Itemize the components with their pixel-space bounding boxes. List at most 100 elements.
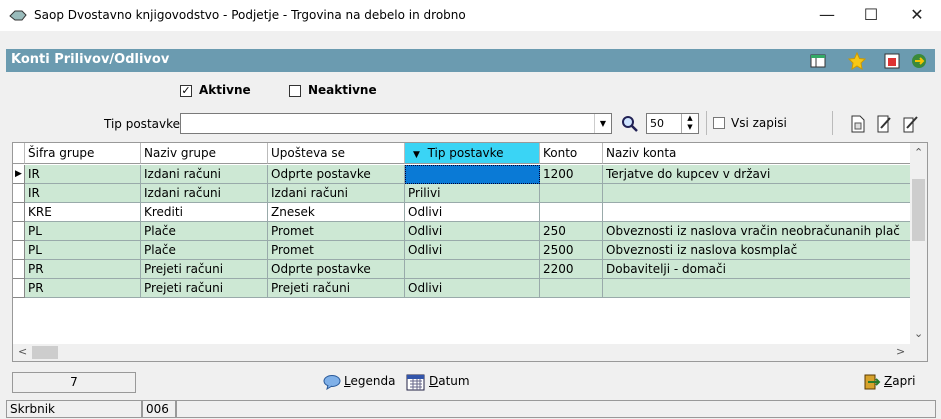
- date-label-rest: atum: [438, 374, 470, 388]
- table-cell[interactable]: KRE: [25, 203, 141, 222]
- form-title: Konti Prilivov/Odlivov: [11, 52, 170, 67]
- table-cell[interactable]: 250: [540, 222, 603, 241]
- table-cell[interactable]: Odlivi: [405, 241, 540, 260]
- table-cell[interactable]: Obveznosti iz naslova kosmplač: [603, 241, 911, 260]
- table-cell[interactable]: [540, 184, 603, 203]
- copy-document-icon[interactable]: [903, 115, 919, 133]
- maximize-button[interactable]: ☐: [856, 4, 886, 26]
- count-spinner[interactable]: 50 ▲ ▼: [646, 113, 699, 134]
- table-cell[interactable]: Krediti: [141, 203, 268, 222]
- active-checkbox[interactable]: ✓: [180, 85, 192, 97]
- table-cell[interactable]: [405, 260, 540, 279]
- table-cell[interactable]: IR: [25, 184, 141, 203]
- column-header-group-name[interactable]: Naziv grupe: [141, 143, 268, 164]
- type-combobox[interactable]: ▼: [180, 113, 612, 134]
- table-cell[interactable]: 2200: [540, 260, 603, 279]
- table-cell[interactable]: Dobavitelji - domači: [603, 260, 911, 279]
- table-cell[interactable]: Odlivi: [405, 203, 540, 222]
- table-cell[interactable]: 2500: [540, 241, 603, 260]
- selected-table-cell[interactable]: [405, 165, 540, 184]
- table-cell[interactable]: Prejeti računi: [268, 279, 405, 298]
- type-label: Tip postavke: [104, 117, 181, 131]
- table-cell[interactable]: [540, 203, 603, 222]
- search-icon[interactable]: [620, 114, 640, 134]
- count-value: 50: [650, 117, 664, 130]
- table-cell[interactable]: Izdani računi: [141, 165, 268, 184]
- pdf-export-icon[interactable]: [883, 52, 901, 70]
- column-header-account-name[interactable]: Naziv konta: [603, 143, 911, 164]
- row-indicator: [13, 260, 25, 279]
- column-header-account[interactable]: Konto: [540, 143, 603, 164]
- scroll-left-icon[interactable]: <: [18, 345, 27, 358]
- exit-icon[interactable]: [910, 52, 928, 70]
- table-cell[interactable]: Obveznosti iz naslova vračin neobračunan…: [603, 222, 911, 241]
- table-cell[interactable]: Prejeti računi: [141, 260, 268, 279]
- table-row[interactable]: PR Prejeti računi Odprte postavke 2200 D…: [13, 260, 927, 279]
- table-row[interactable]: KRE Krediti Znesek Odlivi: [13, 203, 927, 222]
- table-cell[interactable]: Prejeti računi: [141, 279, 268, 298]
- row-indicator: [13, 203, 25, 222]
- column-header-item-type[interactable]: ▼ Tip postavke: [405, 143, 540, 164]
- app-icon: [9, 10, 27, 21]
- close-window-button[interactable]: ✕: [902, 4, 932, 26]
- table-cell[interactable]: Odlivi: [405, 279, 540, 298]
- table-cell[interactable]: IR: [25, 165, 141, 184]
- row-indicator: [13, 241, 25, 260]
- favorite-star-icon[interactable]: [848, 52, 866, 70]
- vertical-scroll-thumb[interactable]: [912, 179, 925, 241]
- close-label-rest: apri: [892, 374, 916, 388]
- horizontal-scroll-thumb[interactable]: [32, 346, 58, 359]
- status-bar: Skrbnik 006: [0, 398, 941, 419]
- new-document-icon[interactable]: [850, 115, 866, 133]
- minimize-button[interactable]: —: [812, 4, 842, 26]
- table-cell[interactable]: Plače: [141, 222, 268, 241]
- speech-bubble-icon: [323, 375, 341, 390]
- table-cell[interactable]: [603, 203, 911, 222]
- spinner-arrows-icon[interactable]: ▲ ▼: [681, 114, 698, 133]
- table-cell[interactable]: Promet: [268, 241, 405, 260]
- table-cell[interactable]: Prilivi: [405, 184, 540, 203]
- table-cell[interactable]: [603, 279, 911, 298]
- status-user: Skrbnik: [6, 400, 142, 418]
- table-cell[interactable]: [540, 279, 603, 298]
- table-cell[interactable]: PL: [25, 222, 141, 241]
- legend-label-rest: egenda: [350, 374, 396, 388]
- vertical-scrollbar[interactable]: ⌃ ⌄: [910, 143, 927, 361]
- table-cell[interactable]: [603, 184, 911, 203]
- table-cell[interactable]: Znesek: [268, 203, 405, 222]
- table-cell[interactable]: PR: [25, 279, 141, 298]
- table-cell[interactable]: Izdani računi: [141, 184, 268, 203]
- table-cell[interactable]: Odlivi: [405, 222, 540, 241]
- calendar-icon: [406, 374, 425, 391]
- table-cell[interactable]: PL: [25, 241, 141, 260]
- table-cell[interactable]: Terjatve do kupcev v državi: [603, 165, 911, 184]
- columns-icon[interactable]: [809, 52, 827, 70]
- scroll-up-icon[interactable]: ⌃: [914, 146, 923, 159]
- row-indicator: [13, 279, 25, 298]
- table-cell[interactable]: PR: [25, 260, 141, 279]
- table-row[interactable]: PL Plače Promet Odlivi 2500 Obveznosti i…: [13, 241, 927, 260]
- row-indicator-header: [13, 143, 25, 164]
- table-row[interactable]: PR Prejeti računi Prejeti računi Odlivi: [13, 279, 927, 298]
- close-accesskey: Z: [884, 374, 893, 388]
- chevron-down-icon[interactable]: ▼: [594, 114, 611, 133]
- table-cell[interactable]: Plače: [141, 241, 268, 260]
- table-row[interactable]: ▶ IR Izdani računi Odprte postavke 1200 …: [13, 165, 927, 184]
- table-row[interactable]: PL Plače Promet Odlivi 250 Obveznosti iz…: [13, 222, 927, 241]
- scroll-down-icon[interactable]: ⌄: [914, 327, 923, 340]
- table-row[interactable]: IR Izdani računi Izdani računi Prilivi: [13, 184, 927, 203]
- inactive-checkbox[interactable]: [289, 85, 301, 97]
- all-records-checkbox[interactable]: [713, 117, 725, 129]
- table-cell[interactable]: 1200: [540, 165, 603, 184]
- table-cell[interactable]: Promet: [268, 222, 405, 241]
- data-grid[interactable]: Šifra grupe Naziv grupe Upošteva se ▼ Ti…: [12, 142, 928, 362]
- row-indicator: [13, 222, 25, 241]
- table-cell[interactable]: Odprte postavke: [268, 260, 405, 279]
- edit-document-icon[interactable]: [876, 115, 892, 133]
- table-cell[interactable]: Izdani računi: [268, 184, 405, 203]
- column-header-group-code[interactable]: Šifra grupe: [25, 143, 141, 164]
- scroll-right-icon[interactable]: >: [896, 345, 905, 358]
- table-cell[interactable]: Odprte postavke: [268, 165, 405, 184]
- column-header-considered[interactable]: Upošteva se: [268, 143, 405, 164]
- horizontal-scrollbar[interactable]: < >: [13, 344, 911, 361]
